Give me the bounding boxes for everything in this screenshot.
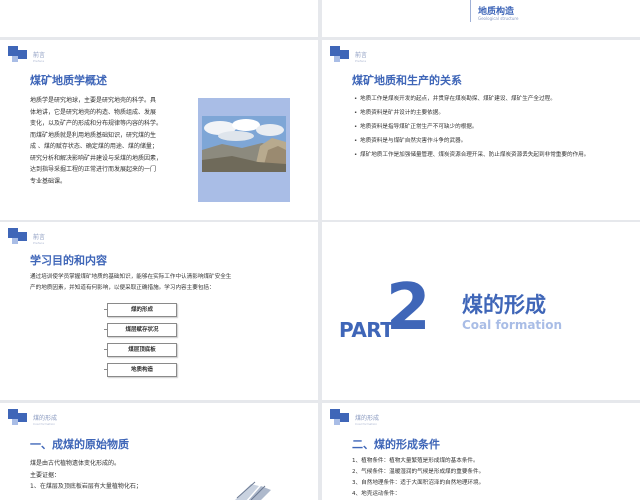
overview-paragraph: 地质学是研究地球，主要是研究地壳的科学。具 体地讲，它是研究地壳的构造、物质组成… <box>30 95 190 187</box>
list-item: 1、植物条件：植物大量繁殖是形成煤的基本条件。 <box>352 458 479 464</box>
paragraph-line: 产的地质因素，并知道有何影响，以便采取正确措施。学习内容主要包括： <box>30 284 215 291</box>
slide-subtitle: Geological structure <box>478 16 519 21</box>
logo-squares-icon <box>8 46 30 66</box>
divider-line <box>470 0 471 22</box>
paragraph-line: 研究分析和解决影响矿井建设与采煤的地质因素， <box>30 154 163 162</box>
content-item-box: 地质构造 <box>104 363 177 377</box>
list-item: 地质资料是指导煤矿正常生产不可缺少的根据。 <box>354 123 624 132</box>
list-item: 地质资料是与煤矿自然灾害作斗争的武器。 <box>354 137 624 146</box>
landscape-photo <box>198 98 290 202</box>
slide-heading: 二、煤的形成条件 <box>352 438 440 451</box>
slide-geology-production-relation[interactable]: 前言 Preface 煤矿地质和生产的关系 地质工作是煤炭开发的起点，并贯穿在煤… <box>322 40 640 220</box>
conditions-list: 1、植物条件：植物大量繁殖是形成煤的基本条件。 2、气候条件：温暖湿润的气候是形… <box>352 456 484 500</box>
origin-evidence-list: 煤是由古代植物遗体变化形成的。 主要证据： 1、在煤层及顶底板岩层有大量植物化石… <box>30 458 142 493</box>
slide-coal-geology-overview[interactable]: 前言 Preface 煤矿地质学概述 地质学是研究地球，主要是研究地壳的科学。具… <box>0 40 318 220</box>
list-item: 地质工作是煤炭开发的起点，并贯穿在煤炭勘探、煤矿建设、煤矿生产全过程。 <box>354 95 624 104</box>
paragraph-line: 体地讲，它是研究地壳的构造、物质组成、发展 <box>30 108 157 116</box>
part-number: 2 <box>386 271 431 345</box>
list-item: 2、气候条件：温暖湿润的气候是形成煤的重要条件。 <box>352 469 485 475</box>
slide-learning-goals[interactable]: 前言 Preface 学习目的和内容 通过培训使学员掌握煤矿地质的基础知识，能够… <box>0 222 318 400</box>
slide-heading: 一、成煤的原始物质 <box>30 438 129 451</box>
list-item: 主要证据： <box>30 471 61 479</box>
section-sublabel: Preface <box>33 241 45 245</box>
slide-heading: 学习目的和内容 <box>30 254 107 267</box>
slide-part-2-divider[interactable]: PART 2 煤的形成 Coal formation <box>322 222 640 400</box>
slide-coal-formation-conditions[interactable]: 煤的形成 Coal formation 二、煤的形成条件 1、植物条件：植物大量… <box>322 403 640 500</box>
paragraph-line: 成 、煤的赋存状态、确定煤的用途、煤的储量； <box>30 143 158 150</box>
list-item: 4、地壳运动条件： <box>352 491 401 497</box>
paragraph-line: 通过培训使学员掌握煤矿地质的基础知识，能够在实际工作中认清影响煤矿安全生 <box>30 274 232 280</box>
paragraph-line: 变化，以及矿产的形成和分布规律等内容的科学。 <box>30 120 163 127</box>
logo-squares-icon <box>8 409 30 429</box>
goals-paragraph: 通过培训使学员掌握煤矿地质的基础知识，能够在实际工作中认清影响煤矿安全生 产的地… <box>30 272 300 293</box>
fossil-image <box>225 480 295 500</box>
section-sublabel: Coal formation <box>355 422 378 426</box>
slide-heading: 煤矿地质和生产的关系 <box>352 74 462 87</box>
logo-squares-icon <box>8 228 30 248</box>
section-label: 前言 <box>355 52 368 59</box>
list-item: 煤是由古代植物遗体变化形成的。 <box>30 460 121 467</box>
paragraph-line: 专业基础课。 <box>30 177 67 185</box>
section-label: 前言 <box>33 52 46 59</box>
slide-coal-origin-material[interactable]: 煤的形成 Coal formation 一、成煤的原始物质 煤是由古代植物遗体变… <box>0 403 318 500</box>
section-sublabel: Coal formation <box>33 422 56 426</box>
content-item-box: 煤层赋存状况 <box>104 323 177 337</box>
part-title-cn: 煤的形成 <box>462 293 546 317</box>
paragraph-line: 而煤矿地质就是利用地质基础知识，研究煤的生 <box>30 131 157 139</box>
section-label: 煤的形成 <box>33 415 58 422</box>
part-title-en: Coal formation <box>462 318 563 332</box>
relation-bullet-list: 地质工作是煤炭开发的起点，并贯穿在煤炭勘探、煤矿建设、煤矿生产全过程。 地质资料… <box>354 95 624 165</box>
section-label: 前言 <box>33 234 46 241</box>
content-item-box: 煤层顶底板 <box>104 343 177 357</box>
logo-squares-icon <box>330 409 352 429</box>
paragraph-line: 地质学是研究地球，主要是研究地壳的科学。具 <box>30 97 157 104</box>
slide-geological-structure[interactable]: 地质构造 Geological structure <box>322 0 640 37</box>
list-item: 地质资料是矿井设计的主要依据。 <box>354 109 624 118</box>
slide-heading: 煤矿地质学概述 <box>30 74 107 87</box>
list-item: 3、自然地理条件：适于大面积沼泽的自然地理环境。 <box>352 480 485 486</box>
list-item: 煤矿地质工作是加强储量管理、煤炭资源合理开采、防止煤炭资源丢失起到非常重要的作用… <box>354 151 624 160</box>
content-item-box: 煤的形成 <box>104 303 177 317</box>
slide-blank-top-left[interactable] <box>0 0 318 37</box>
section-label: 煤的形成 <box>355 415 380 422</box>
list-item: 1、在煤层及顶底板岩层有大量植物化石； <box>30 483 142 490</box>
paragraph-line: 达到指导采掘工程的正常进行而发展起来的一门 <box>30 166 157 173</box>
logo-squares-icon <box>330 46 352 66</box>
section-sublabel: Preface <box>355 59 367 63</box>
section-sublabel: Preface <box>33 59 45 63</box>
